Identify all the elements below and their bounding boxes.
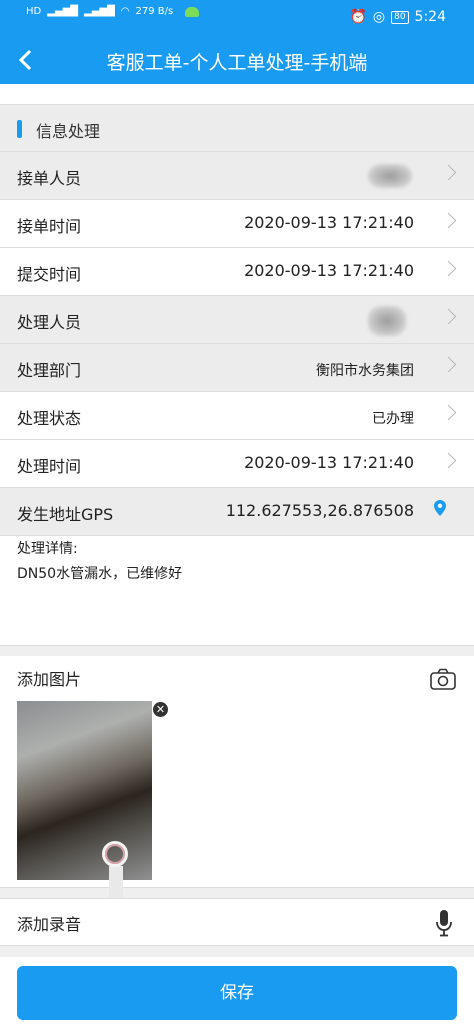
details-text: DN50水管漏水，已维修好 (17, 566, 183, 582)
row-label: 接单时间 (17, 217, 82, 236)
add-audio-section[interactable]: 添加录音 (0, 898, 474, 946)
blurred-name (368, 306, 406, 336)
footer: 保存 (0, 957, 474, 1027)
row-value: 2020-09-13 17:21:40 (244, 453, 414, 472)
status-bar: HD ▂▄▆█ ▂▄▆█ ◠ 279 B/s ⏰ ◎ 80 5:24 (0, 0, 474, 36)
row-department[interactable]: 处理部门 衡阳市水务集团 (0, 344, 474, 392)
row-submit-time[interactable]: 提交时间 2020-09-13 17:21:40 (0, 248, 474, 296)
row-label: 处理时间 (17, 457, 82, 476)
row-value: 2020-09-13 17:21:40 (244, 213, 414, 232)
row-value: 已办理 (372, 411, 414, 427)
row-value: 2020-09-13 17:21:40 (244, 261, 414, 280)
microphone-icon[interactable] (435, 909, 453, 937)
chevron-right-icon (440, 212, 457, 229)
main-content: 信息处理 接单人员 接单时间 2020-09-13 17:21:40 提交时间 … (0, 84, 474, 964)
chevron-right-icon (440, 356, 457, 373)
row-gps[interactable]: 发生地址GPS 112.627553,26.876508 (0, 488, 474, 536)
photo-valve (102, 841, 128, 867)
details-box[interactable]: 处理详情: DN50水管漏水，已维修好 (0, 536, 474, 646)
row-label: 处理状态 (17, 409, 82, 428)
save-button[interactable]: 保存 (17, 966, 457, 1020)
row-value: 112.627553,26.876508 (225, 501, 414, 520)
chevron-right-icon (440, 452, 457, 469)
hd-icon: HD (26, 6, 42, 17)
section-title: 信息处理 (36, 122, 101, 141)
row-status[interactable]: 处理状态 已办理 (0, 392, 474, 440)
row-label: 处理部门 (17, 361, 82, 380)
add-image-label: 添加图片 (17, 670, 82, 689)
add-audio-label: 添加录音 (17, 915, 82, 934)
row-receiver[interactable]: 接单人员 (0, 152, 474, 200)
title-bar: 客服工单-个人工单处理-手机端 (0, 36, 474, 84)
row-receive-time[interactable]: 接单时间 2020-09-13 17:21:40 (0, 200, 474, 248)
signal-icon: ▂▄▆█ (47, 6, 78, 17)
network-speed: 279 B/s (135, 6, 174, 17)
chevron-right-icon (440, 308, 457, 325)
status-bar-right: ⏰ ◎ 80 5:24 (349, 9, 446, 25)
location-icon: ◎ (372, 9, 386, 25)
top-spacer (0, 84, 474, 104)
alarm-icon: ⏰ (349, 9, 367, 25)
row-label: 发生地址GPS (17, 505, 114, 524)
status-bar-left: HD ▂▄▆█ ▂▄▆█ ◠ 279 B/s (26, 6, 200, 17)
chevron-right-icon (440, 260, 457, 277)
remove-photo-icon[interactable]: ✕ (153, 702, 168, 717)
clock: 5:24 (414, 9, 446, 25)
add-image-section: 添加图片 ✕ (0, 656, 474, 906)
page-title: 客服工单-个人工单处理-手机端 (106, 52, 368, 74)
section-header: 信息处理 (0, 104, 474, 152)
attached-photo[interactable] (17, 701, 152, 906)
row-label: 处理人员 (17, 313, 82, 332)
row-handler[interactable]: 处理人员 (0, 296, 474, 344)
section-accent-bar (17, 120, 22, 138)
row-value: 衡阳市水务集团 (316, 363, 414, 379)
blurred-name (368, 164, 412, 188)
wifi-icon: ◠ (120, 6, 130, 17)
chevron-right-icon (440, 164, 457, 181)
row-label: 提交时间 (17, 265, 82, 284)
row-handle-time[interactable]: 处理时间 2020-09-13 17:21:40 (0, 440, 474, 488)
details-label: 处理详情: (17, 541, 78, 557)
android-icon (185, 6, 200, 17)
location-pin-icon[interactable] (434, 500, 446, 516)
battery-icon: 80 (391, 10, 409, 24)
signal-icon-2: ▂▄▆█ (84, 6, 115, 17)
camera-icon[interactable] (430, 668, 456, 690)
row-label: 接单人员 (17, 169, 82, 188)
chevron-right-icon (440, 404, 457, 421)
